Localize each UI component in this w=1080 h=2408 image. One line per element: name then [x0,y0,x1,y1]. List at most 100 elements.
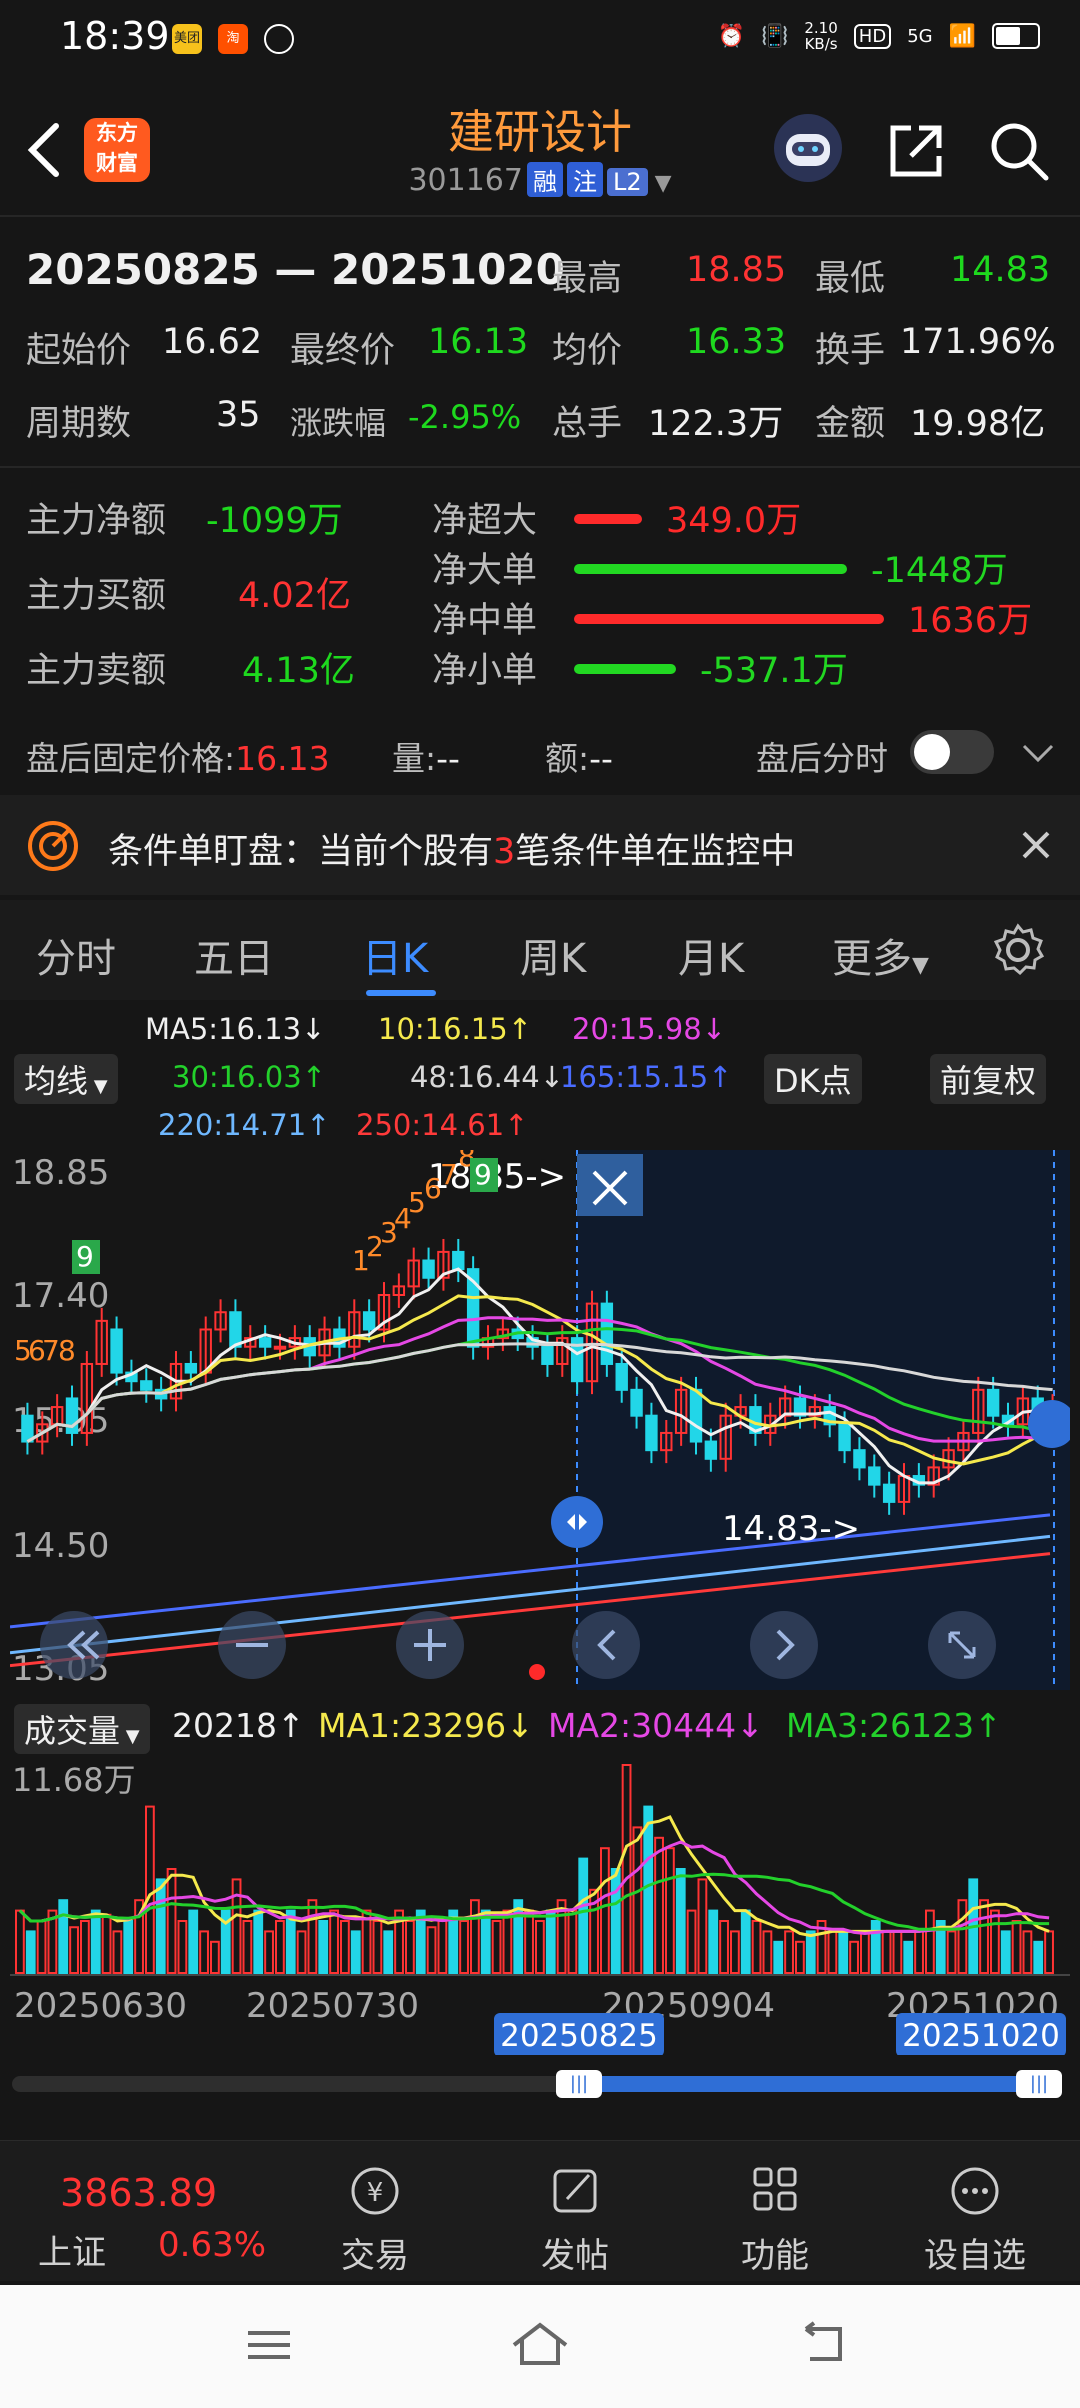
volume-bar [90,1909,101,1975]
tab-daily-k[interactable]: 日K [362,926,428,984]
range-start-handle[interactable]: ||| [556,2070,602,2098]
volume-bar [903,1940,914,1975]
candle-body [110,1328,123,1374]
volume-bar [838,1930,849,1974]
afterhours-vol: 量:-- [392,739,460,778]
flow-bar [574,564,847,574]
main-net-label: 主力净额 [26,501,167,541]
candle-body [986,1388,1000,1417]
ma-selector[interactable]: 均线 ▼ [14,1054,118,1104]
volume-bar [1033,1940,1044,1975]
kline-tabs: 分时 五日 日K 周K 月K 更多▼ [0,900,1080,1000]
home-icon[interactable] [508,2319,572,2369]
volume-selector[interactable]: 成交量 ▼ [14,1704,150,1754]
chevron-down-icon: ▼ [647,171,672,196]
nav-functions[interactable]: 功能 [695,2163,855,2277]
range-start-label: 20250825 [500,2018,658,2054]
ma10-legend: 10:16.15↑ [378,1012,532,1046]
flow-value: 1636万 [908,601,1033,641]
condition-notice[interactable]: 条件单盯盘：当前个股有3笔条件单在监控中 [0,795,1080,895]
chevron-down-icon[interactable] [1018,738,1058,768]
avg-value: 16.33 [686,322,787,362]
range-end-label: 20251020 [902,2018,1060,2054]
volume-ma1: MA1:23296↓ [318,1706,534,1745]
range-drag-handle [551,1496,603,1548]
volume-bar [805,1930,816,1974]
candle-body [184,1362,198,1374]
turnover-value: 171.96% [900,322,1056,362]
system-nav-bar [0,2285,1080,2408]
volume-bar [610,1868,621,1974]
wifi-icon: 📶 [948,23,976,49]
td-count-label: 9 [474,1158,492,1191]
volume-label: 总手 [552,404,623,444]
tab-monthly-k[interactable]: 月K [678,926,744,984]
range-close-button [577,1154,643,1216]
period-value: 35 [216,395,261,435]
flow-bar [574,664,676,674]
start-value: 16.62 [162,322,263,362]
volume-bar [25,1930,36,1974]
end-label: 最终价 [290,331,396,371]
nav-post[interactable]: 发帖 [495,2163,655,2277]
robot-assistant-icon[interactable] [770,110,846,186]
avg-label: 均价 [552,331,623,371]
volume-bar [155,1878,166,1974]
candle-body [21,1414,34,1443]
main-sell-label: 主力卖额 [26,651,167,691]
taobao-app-icon: 淘 [218,24,248,54]
range-end-handle[interactable]: ||| [1016,2070,1062,2098]
stock-code: 301167 [408,163,523,198]
main-sell-value: 4.13亿 [242,651,355,691]
kline-chart[interactable]: 18.8517.4015.9514.5013.0518.85->14.83->5… [10,1150,1070,1690]
bottom-nav: 3863.89 上证 0.63% ¥ 交易 发帖 功能 设自选 [0,2140,1080,2281]
volume-bar [870,1920,881,1974]
edit-icon [553,2169,597,2213]
td-count-label: 7 [440,1158,458,1191]
tab-more[interactable]: 更多▼ [832,926,929,984]
candle-body [229,1311,242,1348]
afterhours-fixed-label: 盘后固定价格: [26,739,236,778]
y-tick-label: 17.40 [12,1276,109,1316]
main-buy-value: 4.02亿 [238,576,351,616]
search-icon[interactable] [988,120,1050,182]
nav-watchlist[interactable]: 设自选 [895,2163,1055,2277]
main-buy-label: 主力买额 [26,576,167,616]
volume-bar [383,1930,394,1974]
dk-point-button[interactable]: DK点 [764,1054,862,1104]
share-icon[interactable] [885,120,947,182]
candle-body [452,1250,465,1271]
volume-chart[interactable]: 11.68万20250630 20250730 20250904 2025102020… [10,1755,1070,2055]
tab-intraday[interactable]: 分时 [36,926,116,984]
main-net-value: -1099万 [206,501,343,541]
td-count-label: 9 [76,1240,94,1273]
change-label: 涨跌幅 [290,404,387,442]
candle-body [273,1345,287,1350]
meituan-app-icon: 美团 [172,24,202,54]
volume-value: 122.3万 [648,404,784,444]
nav-trade[interactable]: ¥ 交易 [295,2163,455,2277]
hd-icon: HD [853,23,892,49]
prev-icon [572,1611,640,1679]
gear-icon[interactable] [990,922,1046,978]
next-icon [750,1611,818,1679]
menu-icon[interactable] [244,2325,294,2365]
close-icon[interactable] [1018,827,1054,863]
back-nav-icon[interactable] [796,2321,852,2367]
tab-five-day[interactable]: 五日 [194,926,274,984]
y-tick-label: 14.50 [12,1526,109,1566]
afterhours-toggle[interactable] [910,730,994,774]
volume-bar [480,1909,491,1975]
afterhours-toggle-label: 盘后分时 [756,739,888,778]
adjust-button[interactable]: 前复权 [930,1054,1047,1104]
net-speed: 2.10 KB/s [804,19,838,53]
candle-body [689,1388,703,1443]
tab-weekly-k[interactable]: 周K [520,926,586,984]
change-value: -2.95% [408,398,522,436]
notice-text: 条件单盯盘：当前个股有3笔条件单在监控中 [108,832,796,872]
ma220-legend: 220:14.71↑ [158,1108,331,1142]
candle-body [541,1345,554,1365]
caret-down-icon: ▼ [120,1726,140,1747]
volume-bar [773,1940,784,1975]
volume-bar [188,1909,199,1975]
